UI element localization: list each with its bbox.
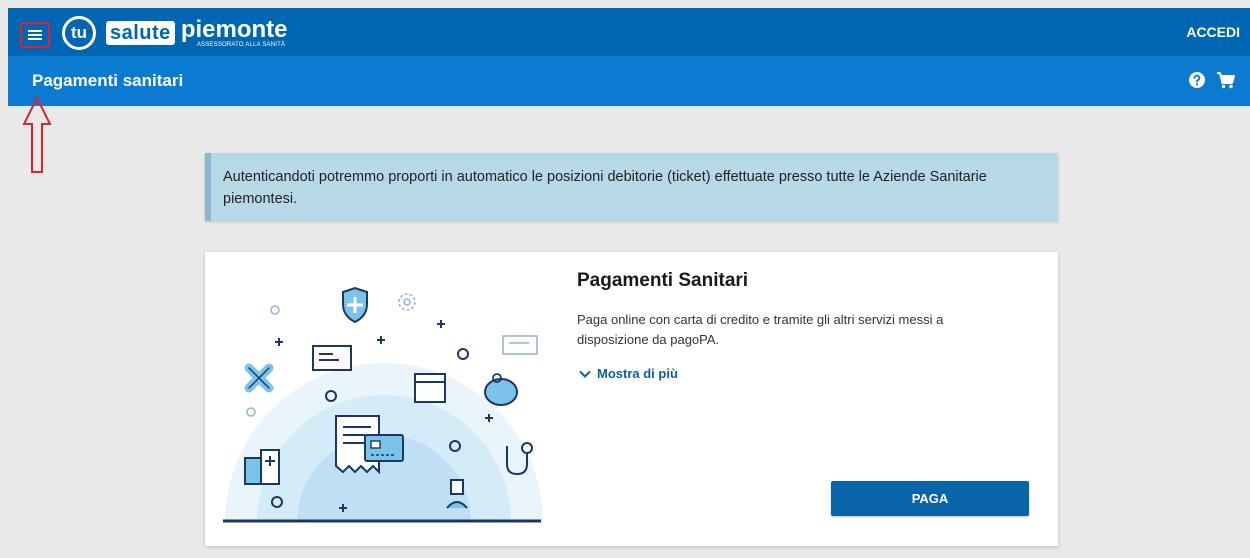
pay-button[interactable]: PAGA (831, 481, 1029, 516)
page-subheader: Pagamenti sanitari (8, 56, 1250, 106)
payment-card: Pagamenti Sanitari Paga online con carta… (205, 252, 1058, 546)
logo-salute-text: salute (106, 21, 175, 45)
healthcare-payment-illustration (223, 286, 543, 523)
help-icon[interactable] (1188, 71, 1206, 89)
auth-info-notice: Autenticandoti potremmo proporti in auto… (205, 153, 1058, 221)
logo-piemonte-text: piemonte (180, 15, 288, 43)
hamburger-menu-button[interactable] (20, 22, 50, 48)
card-description: Paga online con carta di credito e trami… (577, 312, 944, 347)
logo-subtitle: ASSESSORATO ALLA SANITÀ (196, 41, 286, 48)
show-more-link[interactable]: Mostra di più (579, 366, 678, 381)
logo-tu-badge: tu (62, 16, 96, 50)
menu-icon (28, 30, 42, 40)
login-button[interactable]: ACCEDI (1186, 24, 1240, 40)
card-title: Pagamenti Sanitari (577, 270, 749, 291)
page-title: Pagamenti sanitari (32, 71, 184, 90)
salute-piemonte-logo[interactable]: tu salute piemonte ASSESSORATO ALLA SANI… (62, 13, 288, 53)
top-header: tu salute piemonte ASSESSORATO ALLA SANI… (8, 8, 1250, 56)
chevron-down-icon (579, 370, 591, 378)
show-more-label: Mostra di più (597, 366, 678, 381)
cart-icon[interactable] (1216, 71, 1236, 89)
annotation-arrow (22, 96, 52, 173)
